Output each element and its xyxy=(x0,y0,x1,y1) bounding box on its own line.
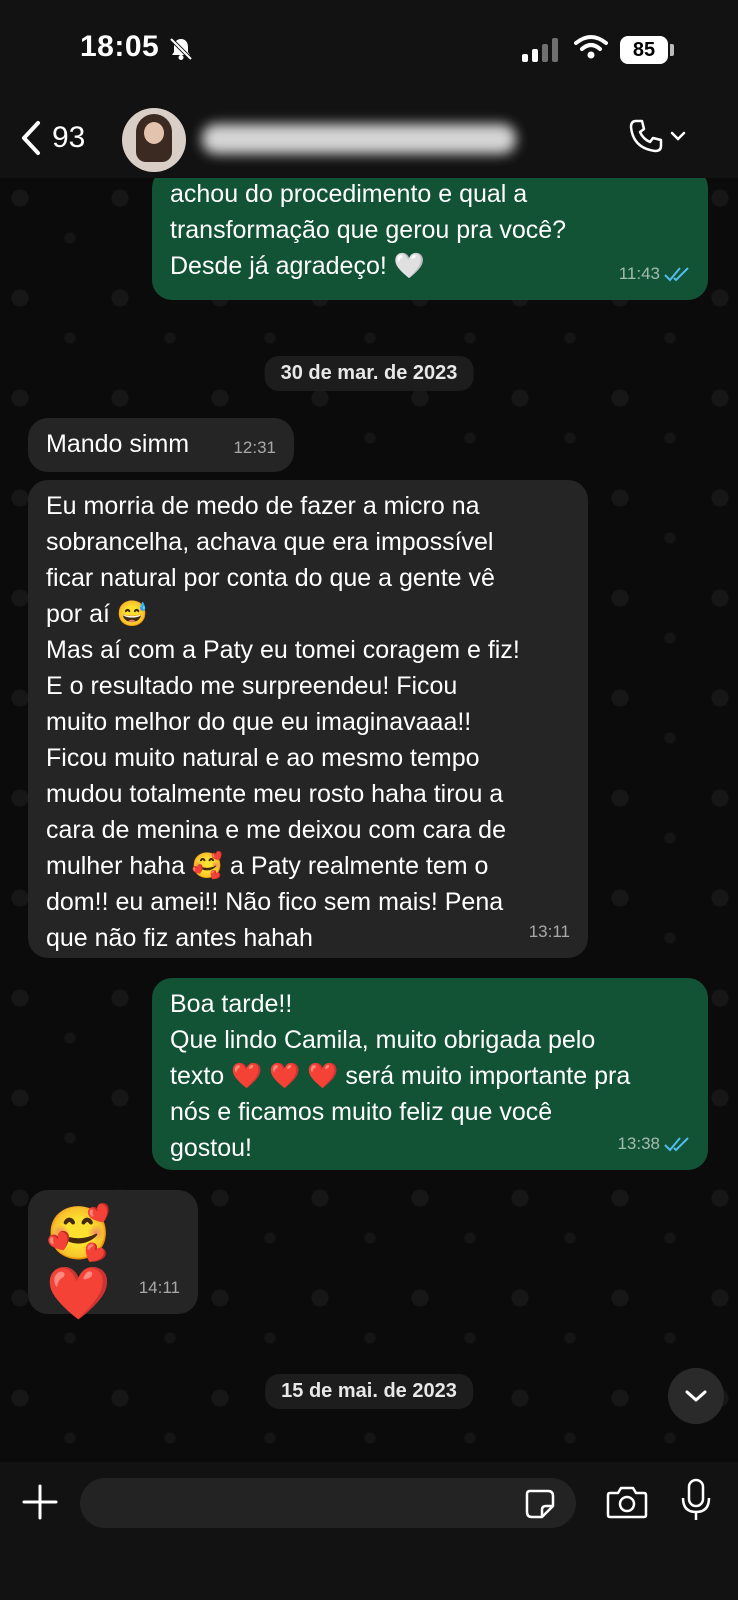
microphone-icon xyxy=(681,1478,711,1520)
status-bar: 18:05 85 xyxy=(0,0,738,100)
camera-icon xyxy=(606,1486,648,1519)
unread-count: 93 xyxy=(52,121,86,154)
phone-icon xyxy=(629,119,663,153)
message-meta: 14:11 xyxy=(139,1270,180,1306)
chevron-down-icon xyxy=(670,131,686,141)
date-separator: 15 de mai. de 2023 xyxy=(265,1374,473,1409)
chevron-left-icon xyxy=(22,121,40,155)
battery-tip xyxy=(670,44,674,56)
double-check-icon xyxy=(664,1137,689,1152)
back-button[interactable]: 93 xyxy=(20,120,85,156)
message-time: 13:11 xyxy=(528,922,570,941)
message-meta: 13:11 xyxy=(529,914,570,950)
message-bubble-incoming[interactable]: Mando simm 12:31 xyxy=(28,418,294,472)
message-text: Eu morria de medo de fazer a micro na so… xyxy=(46,492,520,952)
sticker-button[interactable] xyxy=(524,1488,556,1525)
chevron-down-icon xyxy=(685,1390,707,1402)
chat-header: 93 Camila Nascimento Reis xyxy=(0,100,738,178)
message-bubble-outgoing[interactable]: Boa tarde!! Que lindo Camila, muito obri… xyxy=(152,978,708,1170)
battery-level: 85 xyxy=(620,36,668,64)
message-bubble-incoming[interactable]: 🥰 ❤️ 14:11 xyxy=(28,1190,198,1323)
message-meta: 12:31 xyxy=(233,430,276,466)
message-bubble-incoming[interactable]: Eu morria de medo de fazer a micro na so… xyxy=(28,480,588,958)
status-time: 18:05 xyxy=(80,30,160,63)
avatar[interactable] xyxy=(122,108,186,172)
message-text: 🥰 ❤️ xyxy=(46,1205,126,1323)
contact-name[interactable]: Camila Nascimento Reis xyxy=(202,124,516,154)
attach-plus-button[interactable] xyxy=(22,1484,58,1525)
avatar-face xyxy=(144,122,164,144)
chat-area[interactable]: achou do procedimento e qual a transform… xyxy=(0,178,738,1462)
bell-muted-icon xyxy=(168,36,194,67)
message-time: 12:31 xyxy=(233,438,276,457)
sticker-icon xyxy=(525,1489,555,1519)
message-input[interactable] xyxy=(80,1478,576,1528)
camera-button[interactable] xyxy=(606,1484,648,1525)
microphone-button[interactable] xyxy=(680,1478,712,1527)
message-time: 11:43 xyxy=(618,264,660,283)
wifi-icon xyxy=(574,34,608,65)
call-button[interactable] xyxy=(628,118,686,154)
message-text: achou do procedimento e qual a transform… xyxy=(170,180,567,280)
message-text: Boa tarde!! Que lindo Camila, muito obri… xyxy=(170,990,631,1162)
plus-icon xyxy=(22,1484,58,1520)
scroll-to-bottom-button[interactable] xyxy=(668,1368,724,1424)
message-meta: 11:43 xyxy=(619,256,690,292)
message-time: 14:11 xyxy=(138,1278,180,1297)
double-check-icon xyxy=(664,267,689,282)
message-meta: 13:38 xyxy=(617,1126,690,1162)
composer-bar xyxy=(0,1462,738,1600)
cellular-signal-icon xyxy=(522,38,558,62)
date-separator: 30 de mar. de 2023 xyxy=(264,356,474,391)
message-time: 13:38 xyxy=(617,1134,660,1153)
message-bubble-outgoing[interactable]: achou do procedimento e qual a transform… xyxy=(152,178,708,300)
